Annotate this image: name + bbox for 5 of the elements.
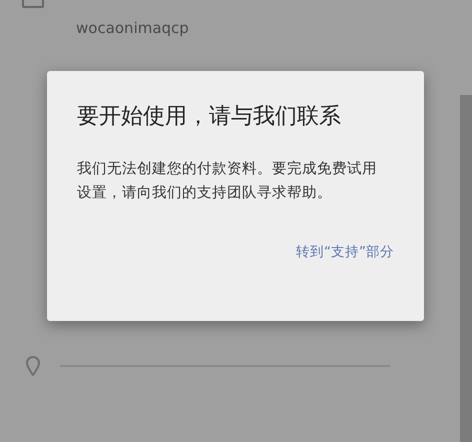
location-pin-icon bbox=[26, 356, 40, 376]
dialog-title: 要开始使用，请与我们联系 bbox=[77, 103, 342, 131]
support-link-button[interactable]: 转到“支持”部分 bbox=[294, 239, 396, 265]
account-name: wocaonimaqcp bbox=[76, 19, 189, 37]
dialog-message: 我们无法创建您的付款资料。要完成免费试用设置，请向我们的支持团队寻求帮助。 bbox=[77, 160, 378, 203]
